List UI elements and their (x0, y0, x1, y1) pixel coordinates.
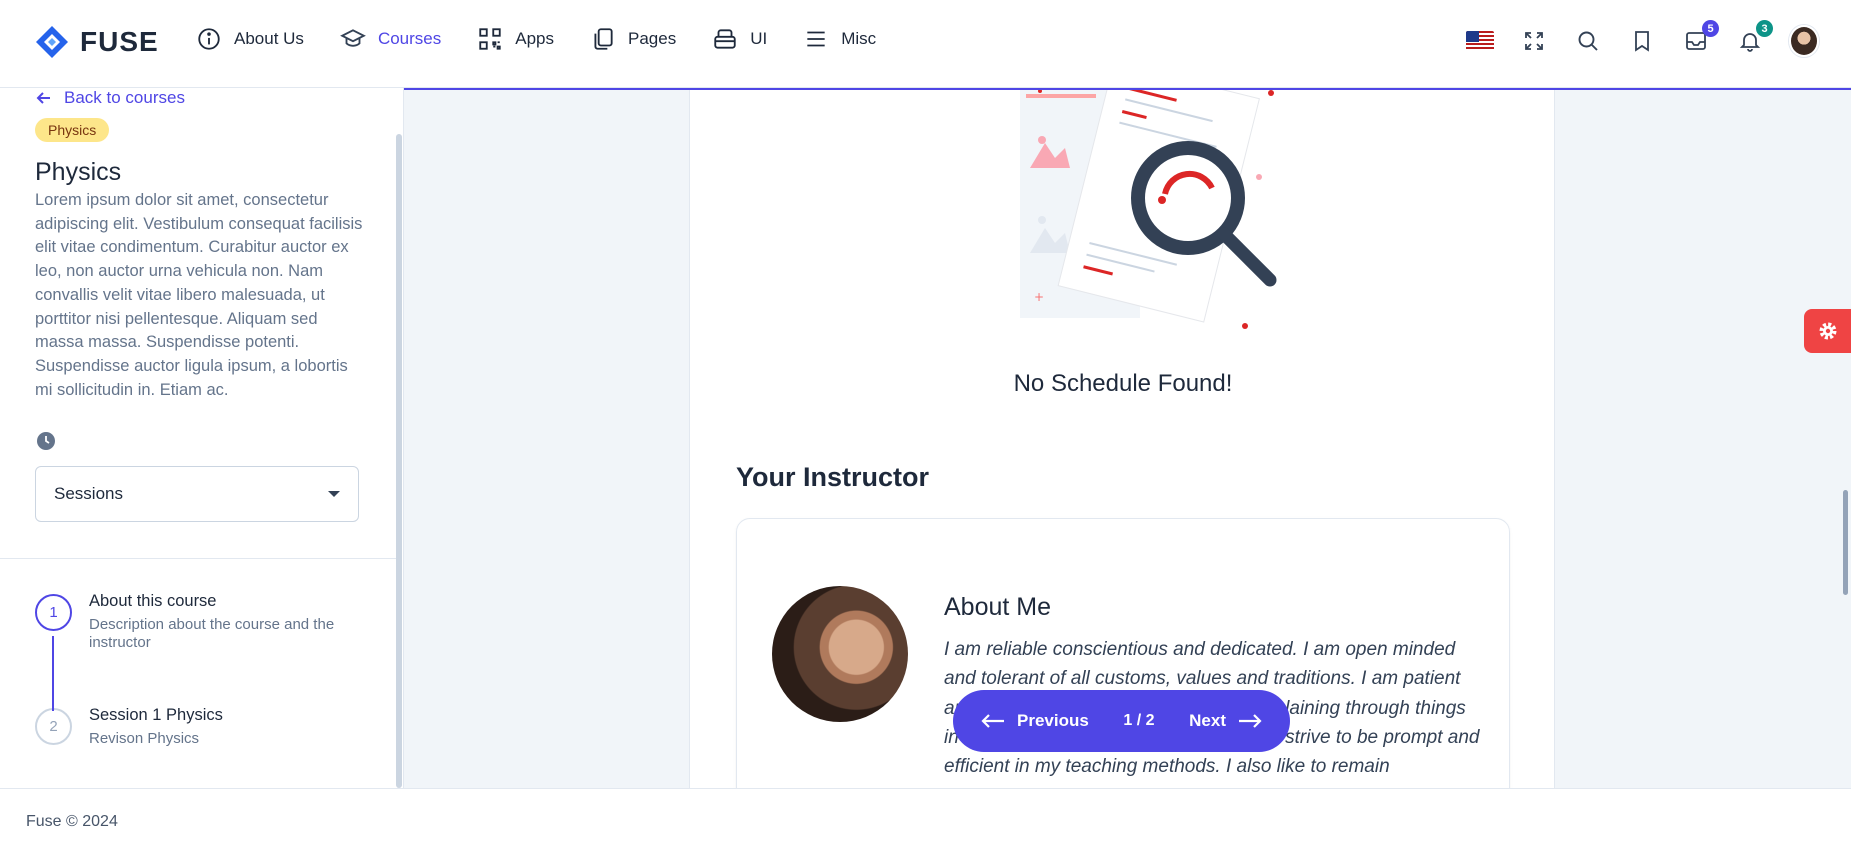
fullscreen-button[interactable] (1519, 26, 1549, 56)
page-footer: Fuse © 2024 (0, 788, 1851, 855)
step-navigation-pager: Previous 1 / 2 Next (953, 690, 1290, 752)
nav-item-label: UI (750, 29, 768, 48)
step-number: 2 (35, 708, 72, 745)
no-results-illustration: + (1020, 88, 1277, 329)
notifications-count-badge: 3 (1756, 20, 1773, 37)
nav-item-misc[interactable]: Misc (803, 26, 876, 52)
step-counter: 1 / 2 (1123, 712, 1155, 729)
instructor-photo (772, 586, 908, 722)
search-icon (1578, 31, 1598, 51)
next-label: Next (1189, 711, 1226, 730)
nav-item-label: Pages (628, 29, 677, 48)
nav-item-ui[interactable]: UI (712, 26, 767, 52)
user-menu-button[interactable] (1789, 25, 1819, 57)
course-drawer: Back to courses Physics Physics Lorem ip… (0, 88, 404, 788)
about-me-title: About Me (944, 593, 1052, 621)
nav-item-pages[interactable]: Pages (590, 26, 676, 52)
drawer-scrollbar[interactable] (396, 134, 402, 788)
step-number: 1 (35, 594, 72, 631)
back-to-courses-link[interactable]: Back to courses (36, 88, 185, 108)
clock-icon (37, 432, 55, 450)
app-logo[interactable]: FUSE (34, 24, 159, 60)
qrcode-icon (479, 28, 501, 50)
nav-item-label: Apps (515, 29, 554, 48)
arrow-right-icon (1239, 714, 1262, 728)
nav-item-apps[interactable]: Apps (477, 26, 554, 52)
sessions-select-value: Sessions (54, 484, 123, 503)
arrow-left-icon (981, 714, 1004, 728)
info-icon (198, 28, 220, 50)
user-avatar (1789, 25, 1819, 57)
messages-count-badge: 5 (1702, 20, 1719, 37)
category-badge: Physics (35, 118, 110, 142)
us-flag-icon (1466, 31, 1494, 51)
main-scrollbar[interactable] (1843, 490, 1848, 595)
svg-text:+: + (1034, 290, 1044, 304)
course-content: + No Schedule Found! Your Instructor Abo… (689, 88, 1555, 788)
step-subtitle: Description about the course and the ins… (89, 616, 335, 651)
app-name: FUSE (80, 26, 159, 57)
messages-button[interactable]: 5 (1681, 20, 1719, 56)
academic-cap-icon (340, 29, 366, 47)
arrows-expand-icon (1525, 32, 1543, 50)
bookmark-icon (1635, 31, 1649, 52)
drawer-divider (0, 558, 396, 559)
arrow-left-icon (36, 92, 50, 104)
footer-copyright: Fuse © 2024 (26, 813, 118, 830)
top-actions: 5 3 (1465, 20, 1819, 57)
step-connector (52, 636, 54, 711)
nav-item-label: Courses (377, 29, 442, 48)
step-title: About this course (89, 592, 217, 610)
instructor-heading: Your Instructor (736, 462, 930, 492)
shortcuts-button[interactable] (1627, 26, 1657, 56)
nav-item-courses[interactable]: Courses (340, 26, 441, 52)
archive-box-icon (714, 29, 736, 49)
language-button[interactable] (1465, 26, 1495, 56)
top-navigation-bar: FUSE About Us Courses Apps Pages UI Misc (0, 0, 1851, 88)
step-title: Session 1 Physics (89, 706, 223, 724)
fuse-logo-icon (36, 26, 68, 58)
nav-item-about-us[interactable]: About Us (196, 26, 304, 52)
notifications-button[interactable]: 3 (1735, 20, 1773, 56)
previous-button[interactable]: Previous (981, 711, 1089, 731)
course-description: Lorem ipsum dolor sit amet, consectetur … (35, 191, 363, 399)
course-progress-bar (404, 88, 1851, 90)
document-duplicate-icon (594, 28, 613, 50)
search-button[interactable] (1573, 26, 1603, 56)
menu-icon (807, 31, 825, 47)
course-title: Physics (35, 158, 122, 186)
nav-item-label: Misc (841, 29, 877, 48)
back-link-label: Back to courses (64, 88, 185, 107)
step-subtitle: Revison Physics (89, 730, 200, 747)
settings-button[interactable] (1804, 309, 1851, 353)
main-menu: About Us Courses Apps Pages UI Misc (196, 26, 912, 52)
nav-item-label: About Us (234, 29, 304, 48)
empty-state-message: No Schedule Found! (1013, 370, 1233, 397)
next-button[interactable]: Next (1189, 711, 1262, 731)
gear-icon (1819, 322, 1836, 340)
previous-label: Previous (1017, 711, 1089, 730)
sessions-select[interactable]: Sessions (35, 466, 359, 522)
chevron-down-icon (328, 491, 340, 497)
